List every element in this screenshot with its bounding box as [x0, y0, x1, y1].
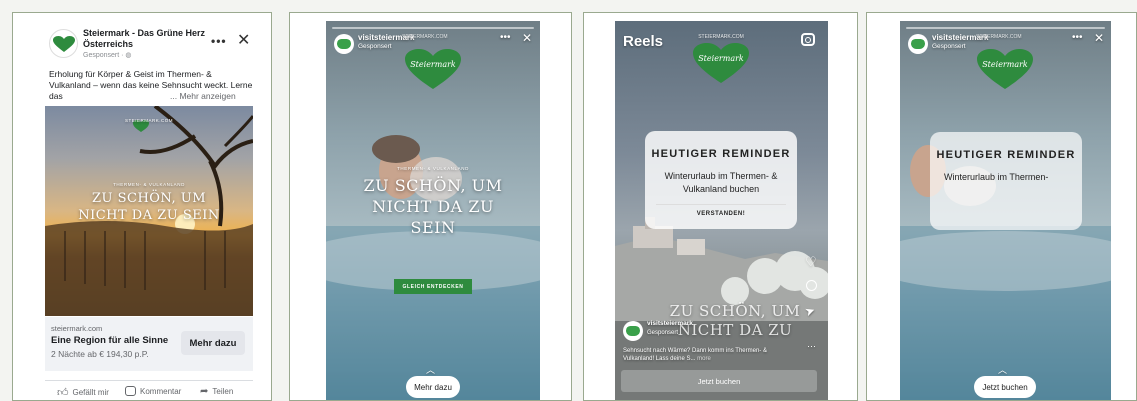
instagram-story-reminder-ad: visitsteiermark STEIERMARK.COM Gesponser… [866, 12, 1137, 401]
comment-action[interactable]: Kommentar [125, 386, 181, 396]
story-headline: ZU SCHÖN, UM NICHT DA ZU SEIN [363, 176, 503, 237]
mehr-dazu-button[interactable]: Mehr dazu [406, 376, 460, 398]
instagram-story-ad: visitsteiermark STEIERMARK.COM Gesponser… [289, 12, 572, 401]
ad-image[interactable]: STEIERMARK.COM THERMEN- & VULKANLAND ZU … [45, 106, 253, 316]
globe-icon: ◍ [125, 52, 132, 59]
brand-url: STEIERMARK.COM [976, 34, 1022, 40]
link-subtitle: 2 Nächte ab € 194,30 p.P. [51, 349, 149, 359]
logo-text: Steiermark [410, 60, 456, 69]
reminder-sticker[interactable]: HEUTIGER REMINDER Winterurlaub im Therme… [645, 131, 797, 229]
sponsored-label: Gesponsert [647, 330, 679, 336]
brand-url: STEIERMARK.COM [698, 34, 744, 40]
gleich-entdecken-button[interactable]: GLEICH ENTDECKEN [394, 279, 472, 294]
story-frame[interactable]: visitsteiermark STEIERMARK.COM Gesponser… [900, 21, 1111, 400]
share-icon: ➦ [200, 386, 209, 397]
page-name[interactable]: Steiermark - Das Grüne Herz Österreichs [83, 28, 211, 50]
instagram-reels-ad: Reels STEIERMARK.COM Steiermark HEUTIGER… [583, 12, 858, 401]
reminder-title: HEUTIGER REMINDER [936, 149, 1076, 161]
comment-icon[interactable] [806, 280, 817, 291]
more-options-icon[interactable]: ••• [500, 32, 511, 43]
close-icon[interactable]: ✕ [237, 30, 250, 50]
green-heart-logo-icon [52, 35, 75, 52]
chevron-up-icon: ︿ [998, 365, 1008, 375]
reminder-sticker[interactable]: HEUTIGER REMINDER Winterurlaub im Therme… [930, 132, 1082, 230]
divider [45, 380, 253, 381]
verstanden-button[interactable]: VERSTANDEN! [656, 204, 786, 217]
reel-caption: Sehnsucht nach Wärme? Dann komm ins Ther… [623, 348, 767, 362]
steiermark-heart-logo-icon [693, 43, 749, 83]
region-label: THERMEN- & VULKANLAND [397, 166, 469, 171]
brand-url: STEIERMARK.COM [402, 34, 448, 40]
chevron-up-icon: ︿ [426, 365, 436, 375]
jetzt-buchen-button[interactable]: Jetzt buchen [974, 376, 1036, 398]
see-more-link[interactable]: ... Mehr anzeigen [170, 91, 236, 101]
account-avatar[interactable] [908, 34, 928, 54]
more-options-icon[interactable]: ••• [1072, 32, 1083, 43]
jetzt-buchen-button[interactable]: Jetzt buchen [621, 370, 817, 392]
story-frame[interactable]: visitsteiermark STEIERMARK.COM Gesponser… [326, 21, 540, 400]
like-heart-icon[interactable]: ♡ [805, 254, 817, 270]
reminder-body: Winterurlaub im Thermen- [944, 172, 1049, 182]
reel-frame[interactable]: Reels STEIERMARK.COM Steiermark HEUTIGER… [615, 21, 828, 400]
close-icon[interactable]: ✕ [522, 31, 532, 45]
sponsored-label: Gesponsert [358, 43, 392, 50]
account-name[interactable]: visitsteiermark [647, 320, 693, 327]
image-headline: ZU SCHÖN, UM NICHT DA ZU SEIN [78, 191, 220, 223]
reels-title: Reels [623, 33, 664, 50]
page-avatar[interactable] [49, 29, 78, 58]
reminder-title: HEUTIGER REMINDER [651, 148, 791, 160]
steiermark-heart-logo-icon [977, 49, 1033, 89]
logo-text: Steiermark [698, 54, 744, 63]
steiermark-heart-logo-icon [405, 49, 461, 89]
thumbs-up-icon: 👍︎ [57, 387, 69, 399]
image-region-label: THERMEN- & VULKANLAND [113, 182, 185, 187]
caption-more-link[interactable]: more [697, 356, 711, 362]
camera-icon[interactable] [801, 33, 815, 46]
reminder-body: Winterurlaub im Thermen- & Vulkanland bu… [664, 171, 778, 194]
image-brand-url: STEIERMARK.COM [124, 118, 173, 123]
link-domain: steiermark.com [51, 324, 103, 333]
more-options-icon[interactable]: ⋯ [807, 341, 816, 352]
link-title: Eine Region für alle Sinne [51, 335, 169, 346]
like-action[interactable]: 👍︎ Gefällt mir [57, 386, 109, 399]
close-icon[interactable]: ✕ [1094, 31, 1104, 45]
facebook-feed-ad: Steiermark - Das Grüne Herz Österreichs … [12, 12, 272, 401]
account-avatar[interactable] [623, 321, 643, 341]
story-progress-bar [906, 27, 1105, 29]
more-options-icon[interactable]: ••• [211, 34, 227, 48]
share-action[interactable]: ➦ Teilen [200, 386, 233, 397]
logo-text: Steiermark [982, 60, 1028, 69]
mehr-dazu-button[interactable]: Mehr dazu [181, 331, 245, 355]
story-progress-bar [332, 27, 534, 29]
comment-icon [125, 386, 136, 396]
sponsored-label: Gesponsert [932, 43, 966, 50]
account-avatar[interactable] [334, 34, 354, 54]
sponsored-label: Gesponsert · ◍ [83, 52, 132, 59]
